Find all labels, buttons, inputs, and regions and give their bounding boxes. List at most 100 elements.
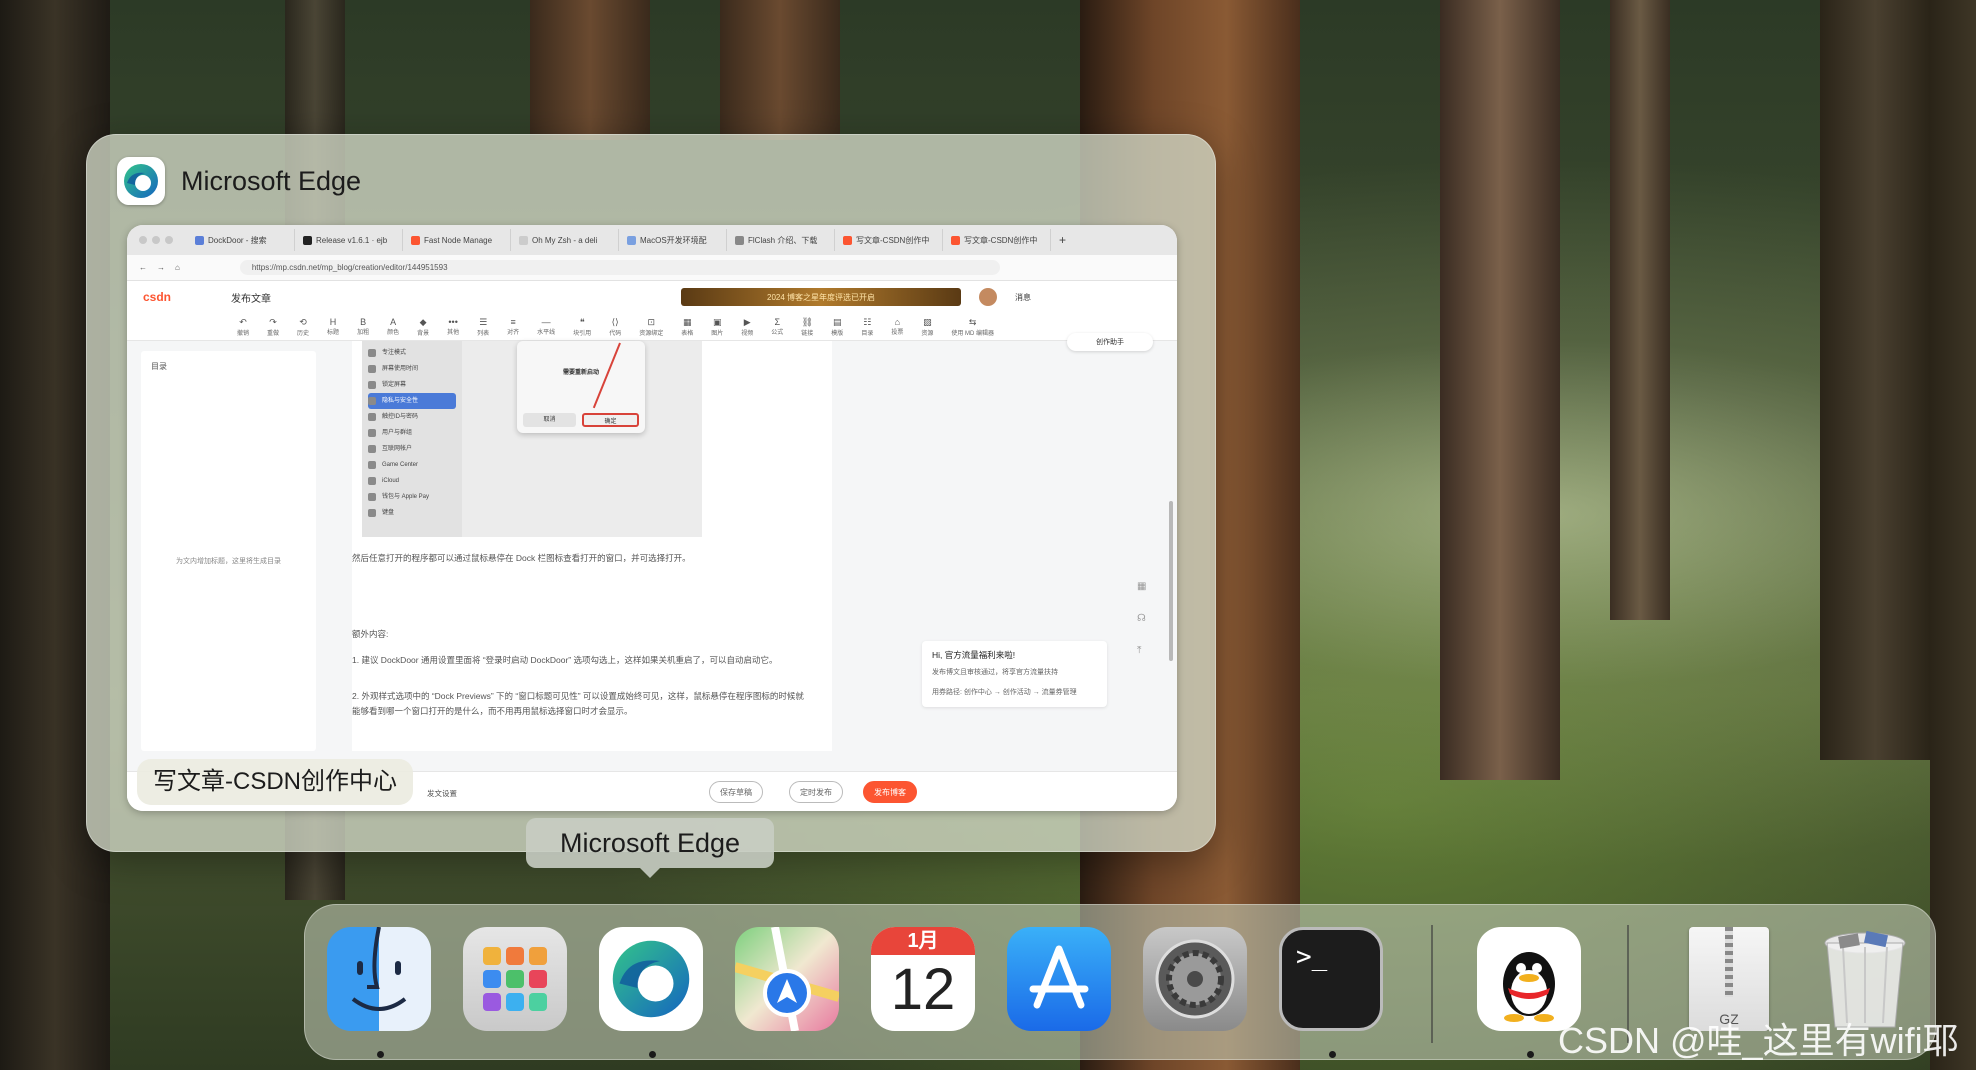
toolbar-icon: — [541, 317, 551, 327]
toolbar-label: 公式 [771, 330, 784, 336]
qrcode-icon: ▦ [1137, 581, 1147, 592]
toolbar-button: ☰ 列表 [477, 317, 489, 337]
event-banner: 2024 博客之星年度评选已开启 [681, 288, 962, 306]
running-indicator [1329, 1051, 1336, 1058]
restart-dialog: 需要重新启动 取消 确定 [517, 341, 645, 433]
traffic-lights [139, 236, 173, 244]
toolbar-icon: ↶ [239, 316, 247, 327]
home-icon: ⌂ [175, 263, 180, 272]
publish-button: 发布博客 [863, 781, 917, 803]
toolbar-button: A 颜色 [387, 317, 399, 336]
browser-tab: Release v1.6.1 · ejb [295, 229, 403, 251]
toolbar-button: ▤ 模版 [831, 317, 843, 337]
new-tab-icon: + [1059, 233, 1067, 247]
edge-icon[interactable] [599, 927, 703, 1031]
toolbar-button: ↶ 撤销 [237, 317, 249, 337]
tab-label: DockDoor - 搜索 [208, 235, 267, 245]
save-draft-button: 保存草稿 [709, 781, 763, 803]
toolbar-button: ▣ 图片 [711, 317, 723, 337]
settings-sidebar-item: iCloud [368, 473, 456, 489]
settings-sidebar-item: 用户与群组 [368, 425, 456, 441]
toolbar-button: ≡ 对齐 [507, 317, 519, 336]
toolbar-button: ⛓ 链接 [801, 317, 813, 337]
post-settings-link: 发文设置 [427, 789, 457, 798]
app-store-icon[interactable] [1007, 927, 1111, 1031]
browser-tab-bar: DockDoor - 搜索 Release v1.6.1 · ejb Fast No… [127, 225, 1177, 255]
browser-tab: Oh My Zsh - a deli [511, 229, 619, 251]
toolbar-button: ⟨⟩ 代码 [609, 317, 621, 337]
browser-tab: 写文章-CSDN创作中 [943, 229, 1051, 251]
browser-tab: MacOS开发环境配 [619, 229, 727, 251]
dialog-title: 需要重新启动 [562, 370, 599, 376]
toolbar-button: ▨ 资源 [921, 317, 933, 337]
tab-label: Fast Node Manage [424, 235, 493, 245]
settings-sidebar-item: 互联网帐户 [368, 441, 456, 457]
toolbar-label: 水平线 [537, 330, 556, 336]
running-indicator [649, 1051, 656, 1058]
toolbar-label: 对齐 [507, 330, 520, 336]
toolbar-label: 重做 [267, 330, 280, 337]
settings-sidebar: 专注模式 屏幕使用时间 锁定屏幕 隐私与安全性 触控ID与密码 用户与群组 互联网帐户 Gam… [362, 341, 462, 537]
system-settings-icon[interactable] [1143, 927, 1247, 1031]
toolbar-icon: ☷ [863, 316, 872, 327]
toolbar-icon: ⟨⟩ [611, 316, 619, 327]
csdn-header: csdn 发布文章 2024 博客之星年度评选已开启 消息 [127, 281, 1177, 313]
running-indicator [1527, 1051, 1534, 1058]
toolbar-icon: ⊡ [647, 316, 655, 327]
toolbar-icon: ❝ [579, 316, 585, 327]
calendar-icon[interactable]: 1月 12 [871, 927, 975, 1031]
messages-link: 消息 [1015, 292, 1032, 302]
finder-icon[interactable] [327, 927, 431, 1031]
to-top-icon: ⤒ [1137, 645, 1142, 656]
headset-icon: ☊ [1137, 613, 1146, 624]
toolbar-icon: Σ [774, 317, 781, 327]
toolbar-icon: ▶ [743, 316, 751, 327]
settings-sidebar-item: 屏幕使用时间 [368, 361, 456, 377]
tab-favicon-icon [303, 235, 312, 245]
toolbar-button: ⊡ 资源绑定 [639, 317, 663, 337]
toolbar-button: H 标题 [327, 317, 339, 336]
paragraph: 然后任意打开的程序都可以通过鼠标悬停在 Dock 栏图标查看打开的窗口，并可选择… [352, 553, 691, 563]
toolbar-label: 撤销 [237, 330, 250, 337]
toolbar-button: ▶ 视频 [741, 317, 753, 337]
settings-sidebar-item: 锁定屏幕 [368, 377, 456, 393]
toolbar-icon: H [329, 317, 337, 327]
creation-assistant-button: 创作助手 [1067, 333, 1153, 351]
paragraph: 额外内容: [352, 629, 389, 639]
launchpad-icon[interactable] [463, 927, 567, 1031]
toolbar-label: 历史 [297, 330, 310, 337]
dialog-cancel-button: 取消 [523, 413, 576, 427]
maps-icon[interactable] [735, 927, 839, 1031]
side-tools: ▦ ☊ ⤒ [1137, 571, 1146, 667]
settings-sidebar-item: Game Center [368, 457, 456, 473]
toolbar-icon: ▤ [833, 316, 842, 327]
toolbar-icon: ⇆ [968, 316, 977, 327]
toolbar-button: ☷ 目录 [861, 317, 873, 337]
toc-empty-hint: 为文内增加标题，这里将生成目录 [176, 558, 281, 565]
toolbar-label: 投票 [891, 330, 904, 336]
toolbar-icon: ≡ [510, 317, 516, 327]
toolbar-button: ⟲ 历史 [297, 317, 309, 337]
toolbar-label: 背景 [417, 330, 430, 337]
tab-favicon-icon [519, 235, 528, 245]
tab-favicon-icon [843, 235, 852, 245]
terminal-icon[interactable]: >_ [1279, 927, 1383, 1031]
tab-favicon-icon [195, 235, 204, 245]
toolbar-label: 图片 [711, 330, 724, 337]
tab-favicon-icon [411, 235, 420, 245]
browser-tab: 写文章-CSDN创作中 [835, 229, 943, 251]
calendar-day: 12 [890, 957, 956, 1022]
toolbar-label: 代码 [609, 330, 622, 337]
promo-text: 发布博文且审核通过，将享官方流量扶持 [932, 669, 1058, 676]
tab-favicon-icon [627, 235, 636, 245]
window-preview-panel: Microsoft Edge DockDoor - 搜索 Release v1.6… [86, 134, 1216, 852]
toolbar-icon: ▨ [923, 316, 932, 327]
toolbar-icon: ⛓ [801, 316, 813, 327]
toolbar-icon: ⟲ [299, 316, 307, 327]
toolbar-icon: ⌂ [894, 317, 901, 327]
preview-header: Microsoft Edge [117, 157, 361, 205]
toolbar-icon: B [360, 317, 367, 327]
toolbar-button: ••• 其他 [447, 317, 459, 336]
window-thumbnail[interactable]: DockDoor - 搜索 Release v1.6.1 · ejb Fast No… [127, 225, 1177, 811]
settings-sidebar-item: 钱包与 Apple Pay [368, 489, 456, 505]
